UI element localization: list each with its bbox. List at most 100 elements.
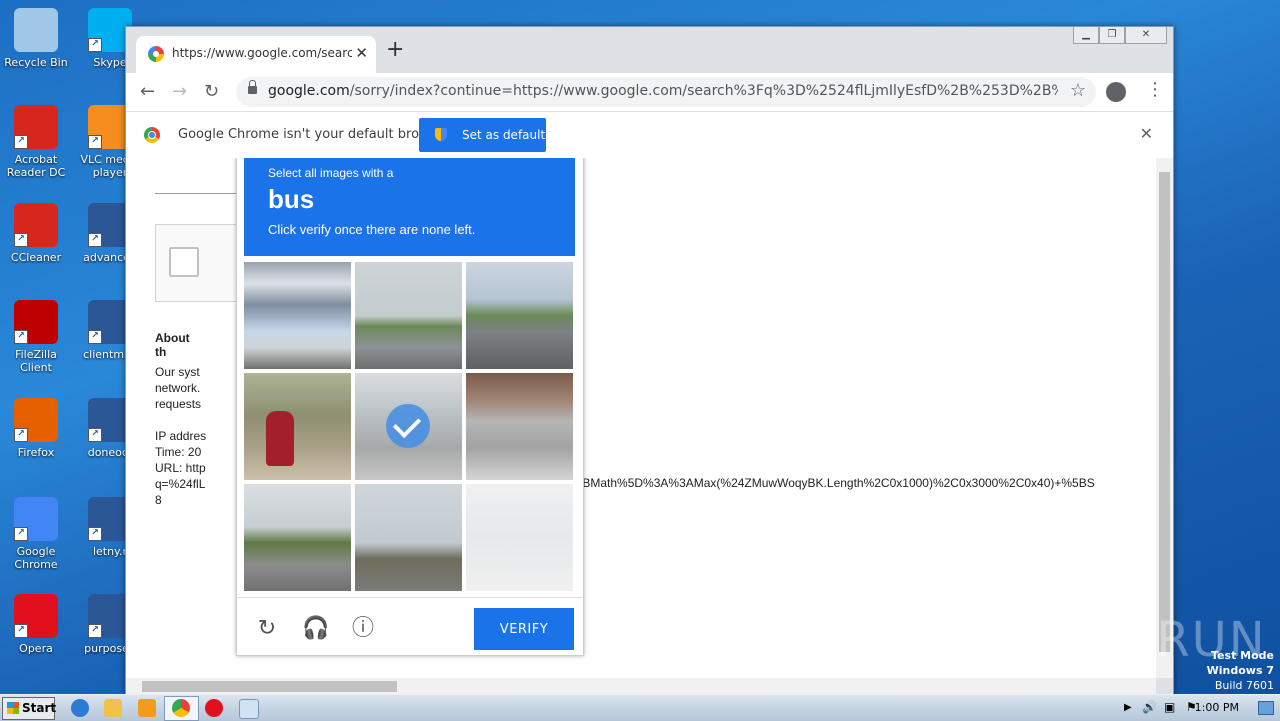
- ccleaner-icon: ↗: [14, 203, 58, 247]
- volume-icon[interactable]: 🔊: [1142, 700, 1157, 714]
- opera-icon: ↗: [14, 594, 58, 638]
- shortcut-arrow-icon: ↗: [88, 330, 102, 344]
- default-browser-infobar: Google Chrome isn't your default browser…: [126, 112, 1173, 159]
- desktop-icon-label: Acrobat Reader DC: [6, 153, 66, 179]
- captcha-tile[interactable]: [466, 484, 573, 591]
- vertical-scrollbar[interactable]: [1156, 158, 1173, 678]
- captcha-divider: [237, 597, 583, 598]
- captcha-header: Select all images with a bus Click verif…: [244, 158, 575, 256]
- shortcut-arrow-icon: ↗: [14, 233, 28, 247]
- captcha-tile-selected[interactable]: [355, 373, 462, 480]
- shortcut-arrow-icon: ↗: [14, 527, 28, 541]
- desktop-icon[interactable]: ↗ Acrobat Reader DC: [0, 105, 72, 179]
- shortcut-arrow-icon: ↗: [14, 428, 28, 442]
- captcha-target: bus: [268, 184, 315, 214]
- verify-button[interactable]: VERIFY: [474, 608, 574, 650]
- captcha-instruction: Select all images with a: [268, 166, 394, 180]
- desktop-icon-label: CCleaner: [10, 251, 62, 264]
- show-desktop-icon[interactable]: [1258, 701, 1274, 715]
- audio-challenge-icon[interactable]: 🎧: [302, 615, 329, 641]
- scroll-thumb[interactable]: [142, 681, 397, 692]
- uac-shield-icon: [435, 128, 447, 141]
- shortcut-arrow-icon: ↗: [14, 330, 28, 344]
- chrome-icon: ↗: [14, 497, 58, 541]
- window-close-icon[interactable]: ✕: [1125, 27, 1167, 44]
- shortcut-arrow-icon: ↗: [88, 233, 102, 247]
- set-as-default-button[interactable]: Set as default: [419, 118, 546, 152]
- start-button[interactable]: Start: [2, 697, 56, 720]
- captcha-hint: Click verify once there are none left.: [268, 222, 476, 237]
- forward-arrow-icon[interactable]: →: [172, 81, 187, 102]
- captcha-tile[interactable]: [466, 262, 573, 369]
- shortcut-arrow-icon: ↗: [88, 135, 102, 149]
- tab-close-icon[interactable]: ✕: [355, 44, 368, 62]
- desktop-icon[interactable]: ↗ FileZilla Client: [0, 300, 72, 374]
- captcha-tile[interactable]: [466, 373, 573, 480]
- desktop-icon[interactable]: Recycle Bin: [0, 8, 72, 69]
- captcha-challenge: Select all images with a bus Click verif…: [236, 158, 584, 656]
- network-icon[interactable]: ▣: [1164, 700, 1175, 714]
- clock[interactable]: 1:00 PM: [1195, 701, 1239, 714]
- url-text-tail: %2C%5BMath%5D%3A%3AMax(%24ZMuwWoqyBK.Len…: [539, 476, 1095, 490]
- new-tab-icon[interactable]: +: [386, 39, 404, 61]
- scroll-thumb[interactable]: [1159, 172, 1170, 652]
- captcha-tile[interactable]: [244, 373, 351, 480]
- shortcut-arrow-icon: ↗: [88, 527, 102, 541]
- horizontal-scrollbar[interactable]: [126, 678, 1156, 695]
- taskbar-chrome-active[interactable]: [164, 696, 199, 721]
- captcha-tile[interactable]: [244, 484, 351, 591]
- profile-avatar-icon[interactable]: [1106, 82, 1126, 102]
- info-icon[interactable]: ⓘ: [350, 615, 376, 641]
- desktop-icon-label: Google Chrome: [14, 545, 58, 571]
- minimize-icon[interactable]: ▁: [1073, 27, 1099, 44]
- restore-icon[interactable]: ❐: [1099, 27, 1125, 44]
- test-mode-notice: Test Mode Windows 7 Build 7601: [1206, 649, 1274, 692]
- shortcut-arrow-icon: ↗: [14, 135, 28, 149]
- acrobat-icon: ↗: [14, 105, 58, 149]
- desktop-icon-label: FileZilla Client: [15, 348, 57, 374]
- url-text: google.com/sorry/index?continue=https://…: [268, 83, 1058, 99]
- google-favicon-icon: [148, 46, 164, 62]
- desktop-icon-label: Firefox: [17, 446, 55, 459]
- explorer-folder-icon[interactable]: [104, 699, 122, 717]
- chrome-window: https://www.google.com/search?q= ✕ + ▁ ❐…: [125, 26, 1174, 696]
- desktop-icon[interactable]: ↗ Google Chrome: [0, 497, 72, 571]
- opera-icon[interactable]: [205, 699, 223, 717]
- media-player-icon[interactable]: [138, 699, 156, 717]
- reload-challenge-icon[interactable]: ↻: [254, 615, 280, 641]
- captcha-tile[interactable]: [355, 484, 462, 591]
- tab-title: https://www.google.com/search?q=: [172, 46, 352, 60]
- bookmark-star-icon[interactable]: ☆: [1070, 80, 1086, 101]
- notepad-icon[interactable]: [239, 699, 259, 719]
- shortcut-arrow-icon: ↗: [14, 624, 28, 638]
- captcha-tile[interactable]: [355, 262, 462, 369]
- taskbar: Start ▶ 🔊 ▣ ⚑ 1:00 PM: [0, 694, 1280, 721]
- address-bar[interactable]: google.com/sorry/index?continue=https://…: [236, 77, 1096, 107]
- window-controls: ▁ ❐ ✕: [1073, 27, 1167, 44]
- ie-icon[interactable]: [71, 699, 89, 717]
- tray-expand-icon[interactable]: ▶: [1124, 702, 1132, 713]
- captcha-tile[interactable]: [244, 262, 351, 369]
- reload-icon[interactable]: ↻: [204, 81, 219, 102]
- back-arrow-icon[interactable]: ←: [140, 81, 155, 102]
- tab-strip: https://www.google.com/search?q= ✕ + ▁ ❐…: [126, 27, 1173, 73]
- browser-tab[interactable]: https://www.google.com/search?q= ✕: [136, 36, 376, 73]
- desktop-icon-label: Opera: [19, 642, 53, 655]
- firefox-icon: ↗: [14, 398, 58, 442]
- infobar-close-icon[interactable]: ✕: [1140, 124, 1153, 143]
- shortcut-arrow-icon: ↗: [88, 38, 102, 52]
- ip-info-text: IP addres Time: 20 URL: http q=%24flL 8: [155, 429, 207, 507]
- shortcut-arrow-icon: ↗: [88, 428, 102, 442]
- shortcut-arrow-icon: ↗: [88, 624, 102, 638]
- menu-kebab-icon[interactable]: ⋮: [1146, 79, 1164, 100]
- chrome-icon: [172, 699, 190, 717]
- infobar-message: Google Chrome isn't your default browser: [178, 127, 450, 142]
- recaptcha-checkbox[interactable]: [169, 247, 199, 277]
- desktop-icon[interactable]: ↗ Firefox: [0, 398, 72, 459]
- about-heading: About th: [155, 331, 190, 359]
- system-tray: ▶ 🔊 ▣ ⚑ 1:00 PM: [1120, 695, 1280, 721]
- desktop-icon[interactable]: ↗ Opera: [0, 594, 72, 655]
- page-content: About th Our syst network. requests IP a…: [126, 158, 1156, 678]
- windows-logo-icon: [7, 702, 19, 714]
- desktop-icon[interactable]: ↗ CCleaner: [0, 203, 72, 264]
